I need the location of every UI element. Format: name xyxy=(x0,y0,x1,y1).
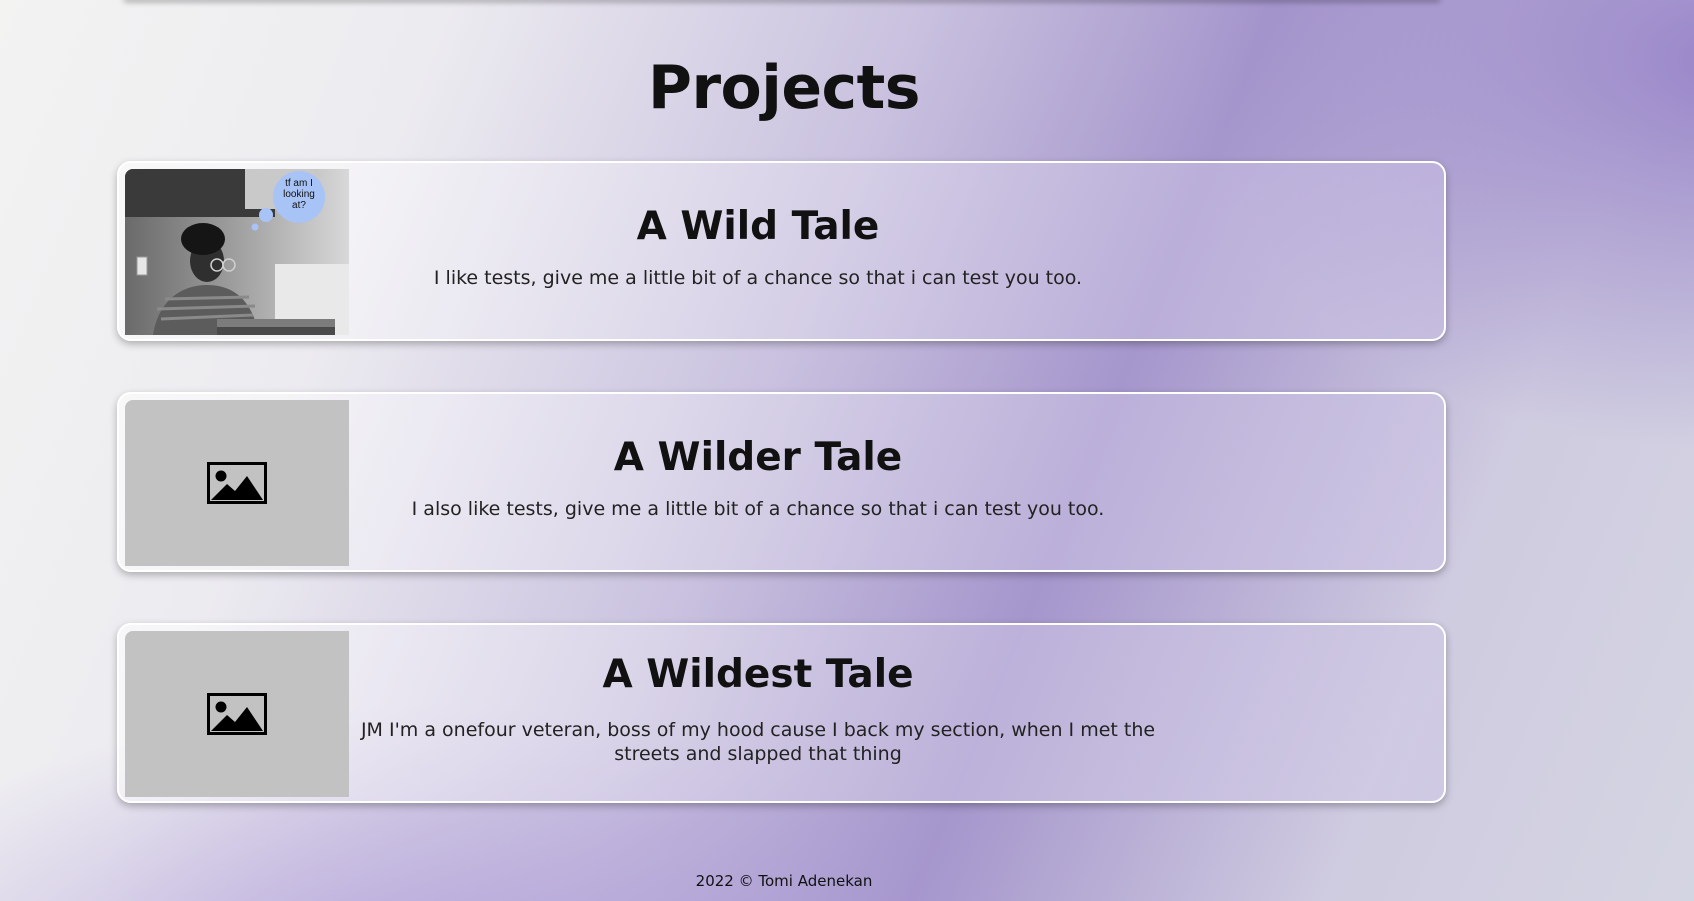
project-card-wild-tale[interactable]: tf am I looking at? A Wild Tale I like t… xyxy=(117,161,1446,341)
image-placeholder-icon xyxy=(207,693,267,735)
project-thumbnail-placeholder xyxy=(125,400,349,566)
footer-copyright: 2022 © Tomi Adenekan xyxy=(695,872,873,890)
project-title[interactable]: A Wilder Tale xyxy=(119,434,1397,482)
project-description: JM I'm a onefour veteran, boss of my hoo… xyxy=(360,719,1156,765)
project-description: I like tests, give me a little bit of a … xyxy=(433,267,1083,289)
project-thumbnail-photo: tf am I looking at? xyxy=(125,169,349,335)
project-description: I also like tests, give me a little bit … xyxy=(411,498,1105,520)
project-title[interactable]: A Wildest Tale xyxy=(119,651,1397,699)
project-title[interactable]: A Wild Tale xyxy=(119,203,1397,251)
section-title: Projects xyxy=(647,53,921,123)
project-card-wildest-tale[interactable]: A Wildest Tale JM I'm a onefour veteran,… xyxy=(117,623,1446,803)
project-card-wilder-tale[interactable]: A Wilder Tale I also like tests, give me… xyxy=(117,392,1446,572)
